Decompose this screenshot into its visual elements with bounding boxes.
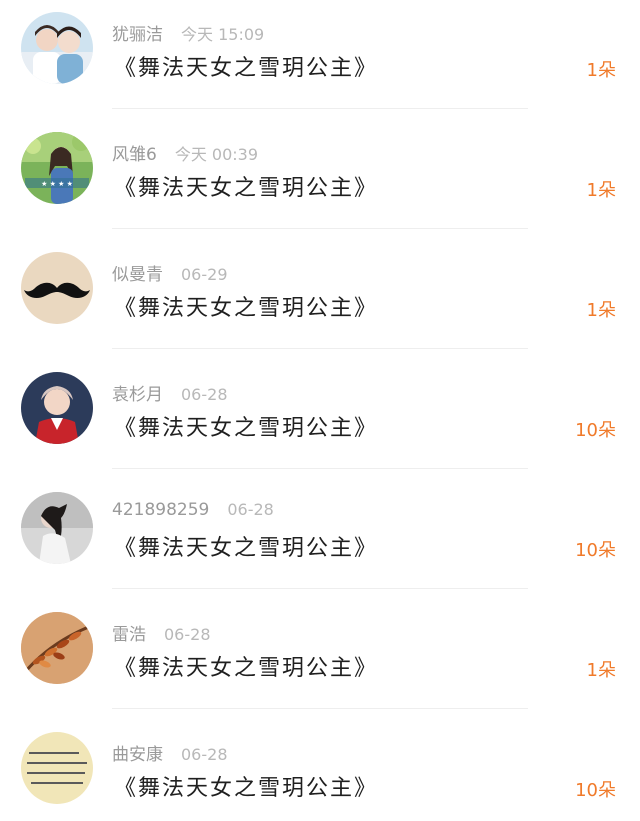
username[interactable]: 犹骊洁 [112,25,163,45]
mustache-icon [21,252,93,324]
timestamp: 06-28 [181,745,228,764]
timestamp: 06-29 [181,265,228,284]
divider [112,228,528,229]
list-item[interactable]: 421898259 06-28 《舞法天女之雪玥公主》 10朵 [0,480,640,600]
divider [112,588,528,589]
gift-count: 1朵 [586,60,616,81]
username[interactable]: 421898259 [112,500,209,520]
item-meta: 风雏6 今天 00:39 [112,140,258,165]
list-item[interactable]: 似曼青 06-29 《舞法天女之雪玥公主》 1朵 [0,240,640,360]
gift-title: 《舞法天女之雪玥公主》 [114,416,379,441]
list-item[interactable]: 曲安康 06-28 《舞法天女之雪玥公主》 10朵 [0,720,640,821]
divider [112,708,528,709]
item-meta: 曲安康 06-28 [112,740,228,765]
avatar[interactable] [21,372,93,444]
username[interactable]: 袁杉月 [112,385,163,405]
avatar[interactable] [21,492,93,564]
gift-title: 《舞法天女之雪玥公主》 [114,56,379,81]
divider [112,348,528,349]
username[interactable]: 雷浩 [112,625,146,645]
avatar[interactable]: ★ ★ ★ ★ [21,132,93,204]
item-meta: 犹骊洁 今天 15:09 [112,20,264,45]
timestamp: 06-28 [227,500,274,519]
item-meta: 雷浩 06-28 [112,620,211,645]
avatar-image: ★ ★ ★ ★ [21,132,93,204]
avatar-image [21,372,93,444]
list-item[interactable]: ★ ★ ★ ★ 风雏6 今天 00:39 《舞法天女之雪玥公主》 1朵 [0,120,640,240]
divider [112,468,528,469]
list-item[interactable]: 袁杉月 06-28 《舞法天女之雪玥公主》 10朵 [0,360,640,480]
timestamp: 今天 00:39 [174,145,259,164]
timestamp: 06-28 [181,385,228,404]
avatar-image [21,612,93,684]
divider [112,108,528,109]
gift-count: 1朵 [586,180,616,201]
gift-title: 《舞法天女之雪玥公主》 [114,656,379,681]
item-meta: 袁杉月 06-28 [112,380,228,405]
avatar[interactable] [21,12,93,84]
avatar[interactable] [21,252,93,324]
timestamp: 06-28 [164,625,211,644]
svg-text:★ ★ ★ ★: ★ ★ ★ ★ [41,180,73,188]
gift-count: 10朵 [575,420,616,441]
list-item[interactable]: 犹骊洁 今天 15:09 《舞法天女之雪玥公主》 1朵 [0,0,640,120]
avatar[interactable] [21,732,93,804]
username[interactable]: 风雏6 [112,145,157,165]
list-item[interactable]: 雷浩 06-28 《舞法天女之雪玥公主》 1朵 [0,600,640,720]
gift-count: 10朵 [575,780,616,801]
gift-count: 10朵 [575,540,616,561]
gift-count: 1朵 [586,300,616,321]
gift-record-list: 犹骊洁 今天 15:09 《舞法天女之雪玥公主》 1朵 ★ ★ ★ ★ 风雏6 今天… [0,0,640,821]
item-meta: 似曼青 06-29 [112,260,228,285]
gift-count: 1朵 [586,660,616,681]
avatar-image [21,12,93,84]
avatar-image [21,732,93,804]
username[interactable]: 曲安康 [112,745,163,765]
gift-title: 《舞法天女之雪玥公主》 [114,176,379,201]
username[interactable]: 似曼青 [112,265,163,285]
gift-title: 《舞法天女之雪玥公主》 [114,296,379,321]
avatar[interactable] [21,612,93,684]
gift-title: 《舞法天女之雪玥公主》 [114,536,379,561]
item-meta: 421898259 06-28 [112,500,274,520]
gift-title: 《舞法天女之雪玥公主》 [114,776,379,801]
timestamp: 今天 15:09 [181,25,265,44]
avatar-image [21,492,93,564]
